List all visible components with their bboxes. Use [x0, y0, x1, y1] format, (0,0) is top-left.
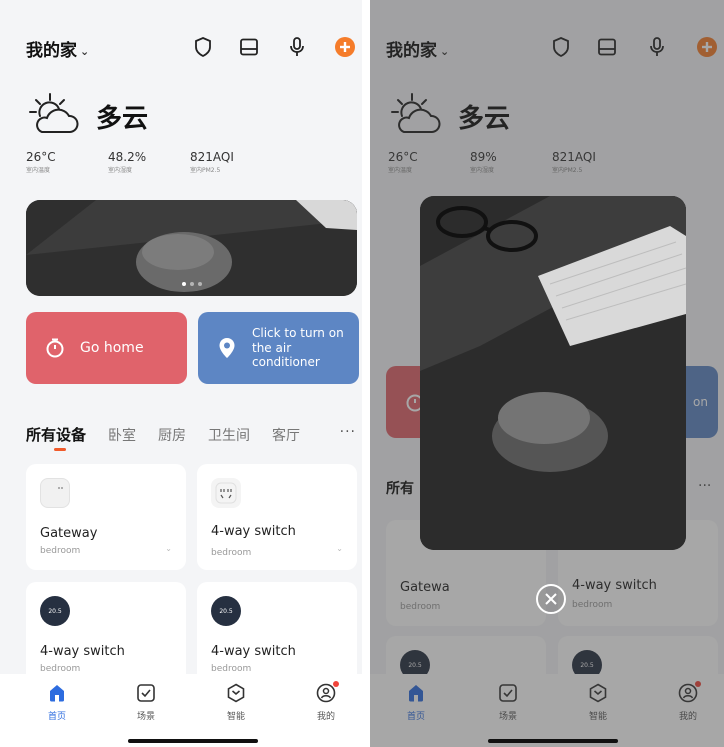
device-name: Gateway [40, 526, 98, 541]
chevron-down-icon: ⌄ [80, 44, 90, 58]
promo-banner[interactable] [26, 200, 357, 296]
device-room: bedroom [211, 548, 252, 558]
device-name: 4-way switch [211, 644, 296, 659]
home-screen: 我的家 ⌄ 多云 26°C 室内温度 48.2% 室内湿度 821AQI 室内P… [0, 0, 362, 747]
home-screen-with-popup: 我的家 ⌄ 多云 26°C 室内温度 89% 室内湿度 821AQI 室内PM2… [370, 0, 724, 747]
top-bar: 我的家 ⌄ [0, 28, 362, 68]
location-pin-icon [216, 337, 238, 359]
home-indicator [128, 739, 258, 743]
nav-label: 场景 [136, 712, 155, 722]
tab-bedroom[interactable]: 卧室 [108, 425, 136, 445]
nav-scenes[interactable]: 场景 [122, 682, 170, 722]
stat-label: 室内PM2.5 [190, 167, 221, 174]
microphone-icon[interactable] [286, 36, 308, 58]
tab-living-room[interactable]: 客厅 [272, 425, 300, 445]
go-home-scene-button[interactable]: Go home [26, 312, 187, 384]
stat-value: 26°C [26, 150, 56, 164]
action-label: Go home [80, 339, 144, 356]
thermostat-reading: 20.5 [219, 607, 233, 615]
stat-label: 室内温度 [26, 167, 51, 174]
carousel-dot[interactable] [190, 282, 194, 286]
more-tabs-button[interactable]: ··· [340, 424, 356, 440]
device-room: bedroom [211, 664, 252, 674]
action-label: Click to turn on the air conditioner [252, 326, 344, 370]
checkbox-icon [135, 682, 157, 704]
temperature-stat: 26°C 室内温度 [26, 150, 108, 174]
popup-photo [420, 196, 686, 550]
carousel-dot[interactable] [182, 282, 186, 286]
weather-panel: 多云 26°C 室内温度 48.2% 室内湿度 821AQI 室内PM2.5 [26, 92, 346, 174]
profile-icon [315, 681, 339, 704]
home-title: 我的家 [26, 41, 77, 61]
switch-icon [211, 478, 241, 508]
home-icon [46, 682, 68, 704]
notification-dot [333, 681, 339, 687]
device-card-gateway[interactable]: Gateway bedroom ⌄ [26, 464, 186, 570]
room-tabs: 所有设备 卧室 厨房 卫生间 客厅 ··· [26, 424, 356, 451]
device-name: 4-way switch [211, 524, 296, 539]
thermostat-icon: 20.5 [211, 596, 241, 626]
device-room: bedroom [40, 664, 81, 674]
stat-label: 室内湿度 [108, 167, 133, 174]
cloudy-weather-icon [26, 92, 82, 140]
tab-kitchen[interactable]: 厨房 [158, 425, 186, 445]
nav-label: 首页 [47, 712, 66, 722]
chevron-down-icon[interactable]: ⌄ [336, 544, 343, 553]
tab-all-devices[interactable]: 所有设备 [26, 424, 86, 451]
humidity-stat: 48.2% 室内湿度 [108, 150, 190, 174]
add-icon[interactable] [334, 36, 356, 58]
hexagon-icon [225, 682, 247, 704]
shield-icon[interactable] [192, 36, 214, 58]
air-conditioner-scene-button[interactable]: Click to turn on the air conditioner [198, 312, 359, 384]
bottom-navigation: 首页 场景 智能 我的 [0, 674, 362, 747]
nav-home[interactable]: 首页 [33, 682, 81, 722]
tab-bathroom[interactable]: 卫生间 [208, 425, 250, 445]
timer-icon [44, 337, 66, 359]
close-icon [545, 590, 557, 609]
popup-image[interactable] [420, 196, 686, 550]
device-room: bedroom [40, 546, 81, 556]
gateway-icon [40, 478, 70, 508]
stat-value: 48.2% [108, 150, 147, 164]
home-indicator [488, 739, 618, 743]
chevron-down-icon[interactable]: ⌄ [165, 544, 172, 553]
home-selector[interactable]: 我的家 ⌄ [26, 36, 89, 61]
nav-label: 智能 [226, 712, 245, 722]
nav-smart[interactable]: 智能 [212, 682, 260, 722]
device-frame-icon[interactable] [238, 36, 260, 58]
device-name: 4-way switch [40, 644, 125, 659]
device-card-switch[interactable]: 4-way switch bedroom ⌄ [197, 464, 357, 570]
stat-value: 821AQI [190, 150, 234, 164]
thermostat-icon: 20.5 [40, 596, 70, 626]
nav-label: 我的 [316, 712, 335, 722]
thermostat-reading: 20.5 [48, 607, 62, 615]
nav-me[interactable]: 我的 [302, 681, 350, 722]
carousel-dot[interactable] [198, 282, 202, 286]
close-popup-button[interactable] [536, 584, 566, 614]
carousel-dots [182, 282, 202, 286]
air-quality-stat: 821AQI 室内PM2.5 [190, 150, 272, 174]
weather-condition: 多云 [96, 103, 149, 134]
